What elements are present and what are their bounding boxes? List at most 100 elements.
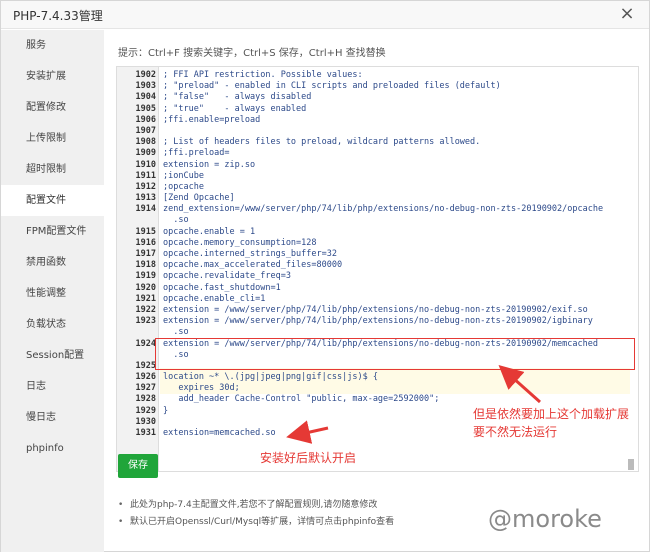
line-number: 1920: [135, 282, 156, 293]
line-number: 1924: [135, 338, 156, 349]
line-text: ; "preload" - enabled in CLI scripts and…: [163, 81, 501, 92]
scrollbar-thumb[interactable]: [628, 459, 634, 470]
line-number: 1908: [135, 137, 156, 148]
code-line: 1904 ; "false" - always disabled: [117, 92, 638, 103]
line-text: ;ffi.preload=: [163, 148, 230, 159]
sidebar-item[interactable]: 性能调整: [1, 278, 104, 309]
line-text: .so: [163, 327, 189, 338]
code-line: 1928 add_header Cache-Control "public, m…: [117, 394, 638, 405]
code-line: 1902 ; FFI API restriction. Possible valu…: [117, 70, 638, 81]
code-line: 1906 ;ffi.enable=preload: [117, 114, 638, 126]
sidebar-item[interactable]: phpinfo: [1, 433, 104, 464]
code-line: 1919 opcache.revalidate_freq=3: [117, 271, 638, 282]
close-icon[interactable]: ×: [617, 4, 637, 24]
line-number: 1917: [135, 249, 156, 259]
line-number: 1903: [135, 81, 156, 92]
line-number: 1902: [135, 70, 156, 80]
line-text: ; "false" - always disabled: [163, 92, 312, 103]
line-text: opcache.fast_shutdown=1: [163, 282, 281, 293]
sidebar-item[interactable]: FPM配置文件: [1, 216, 104, 247]
sidebar-item[interactable]: 日志: [1, 371, 104, 402]
line-text: add_header Cache-Control "public, max-ag…: [163, 394, 440, 405]
line-number: 1922: [135, 304, 156, 315]
code-line: 1910 extension = zip.so: [117, 159, 638, 171]
line-text: opcache.enable_cli=1: [163, 293, 266, 304]
line-number: 1909: [135, 148, 156, 159]
titlebar: PHP-7.4.33管理 ×: [1, 1, 649, 29]
code-line: .so: [117, 349, 638, 361]
line-number: 1905: [135, 103, 156, 114]
line-text: extension=memcached.so: [163, 428, 276, 438]
notes-list: 此处为php-7.4主配置文件,若您不了解配置规则,请勿随意修改 默认已开启Op…: [118, 497, 394, 531]
line-text: extension = /www/server/php/74/lib/php/e…: [163, 304, 588, 315]
sidebar-item[interactable]: 超时限制: [1, 154, 104, 185]
code-line: 1920 opcache.fast_shutdown=1: [117, 282, 638, 294]
line-text: }: [163, 405, 169, 416]
code-line: 1927 expires 30d;: [117, 383, 638, 394]
line-number: 1926: [135, 372, 156, 383]
code-line: 1911 ;ionCube: [117, 170, 638, 182]
line-number: 1919: [135, 271, 156, 282]
line-text: opcache.max_accelerated_files=80000: [163, 260, 343, 271]
window-title: PHP-7.4.33管理: [13, 9, 103, 23]
line-number: 1931: [135, 428, 156, 438]
line-number: 1921: [135, 293, 156, 304]
sidebar-item[interactable]: Session配置: [1, 340, 104, 371]
line-text: extension = zip.so: [163, 159, 256, 170]
line-number: 1911: [135, 170, 156, 181]
code-line: 1913 [Zend Opcache]: [117, 193, 638, 204]
code-line: 1914 zend_extension=/www/server/php/74/li…: [117, 204, 638, 215]
line-text: ;ionCube: [163, 170, 204, 181]
code-line: 1917 opcache.interned_strings_buffer=32: [117, 249, 638, 260]
line-number: 1912: [135, 181, 156, 192]
line-number: 1914: [135, 204, 156, 215]
annotation-right-line1: 但是依然要加上这个加载扩展: [473, 407, 630, 421]
sidebar: 服务 安装扩展 配置修改 上传限制 超时限制 配置文件 FPM配置文件 禁用函数 性能调整 负载状…: [1, 30, 104, 552]
line-text: [Zend Opcache]: [163, 193, 235, 204]
code-line: 1926 location ~* \.(jpg|jpeg|png|gif|css|…: [117, 372, 638, 383]
main-panel: 提示：Ctrl+F 搜索关键字，Ctrl+S 保存，Ctrl+H 查找替换 19…: [104, 30, 649, 552]
line-number: 1927: [135, 383, 156, 394]
line-number: 1918: [135, 260, 156, 271]
code-line: 1907: [117, 126, 638, 137]
annotation-right-line2: 要不然无法运行: [473, 425, 558, 439]
sidebar-item[interactable]: 上传限制: [1, 123, 104, 154]
code-line: 1909 ;ffi.preload=: [117, 148, 638, 159]
line-text: opcache.memory_consumption=128: [163, 237, 317, 248]
line-text: opcache.interned_strings_buffer=32: [163, 249, 337, 259]
code-line: 1925: [117, 361, 638, 372]
line-text: ; FFI API restriction. Possible values:: [163, 70, 363, 80]
code-line: 1916 opcache.memory_consumption=128: [117, 237, 638, 249]
annotation-bottom: 安装好后默认开启: [260, 451, 357, 465]
line-text: opcache.revalidate_freq=3: [163, 271, 291, 282]
code-line: 1923 extension = /www/server/php/74/lib/p…: [117, 316, 638, 327]
sidebar-item[interactable]: 禁用函数: [1, 247, 104, 278]
line-text: .so: [163, 215, 189, 226]
code-lines[interactable]: 1902 ; FFI API restriction. Possible valu…: [117, 70, 638, 439]
line-text: ;ffi.enable=preload: [163, 114, 261, 125]
line-number: 1913: [135, 193, 156, 204]
sidebar-item[interactable]: 配置修改: [1, 92, 104, 123]
sidebar-item[interactable]: 安装扩展: [1, 61, 104, 92]
code-line: 1912 ;opcache: [117, 181, 638, 193]
php-manage-dialog: PHP-7.4.33管理 × 服务 安装扩展 配置修改 上传限制 超时限制 配置文件 FPM…: [0, 0, 650, 552]
line-number: 1930: [135, 416, 156, 427]
note-item: 默认已开启Openssl/Curl/Mysql等扩展，详情可点击phpinfo查…: [118, 514, 394, 531]
code-line: 1918 opcache.max_accelerated_files=80000: [117, 260, 638, 271]
save-button[interactable]: 保存: [118, 454, 158, 478]
code-line: 1905 ; "true" - always enabled: [117, 103, 638, 115]
line-text: ; List of headers files to preload, wild…: [163, 137, 481, 148]
sidebar-item[interactable]: 负载状态: [1, 309, 104, 340]
line-number: 1928: [135, 394, 156, 405]
line-text: .so: [163, 349, 189, 360]
code-line: 1924 extension = /www/server/php/74/lib/p…: [117, 338, 638, 350]
line-text: zend_extension=/www/server/php/74/lib/ph…: [163, 204, 604, 215]
line-number: 1929: [135, 405, 156, 416]
sidebar-item[interactable]: 配置文件: [1, 185, 104, 216]
watermark: @moroke: [488, 505, 602, 533]
shortcut-tip: 提示：Ctrl+F 搜索关键字，Ctrl+S 保存，Ctrl+H 查找替换: [118, 48, 386, 59]
sidebar-item[interactable]: 服务: [1, 30, 104, 61]
sidebar-item[interactable]: 慢日志: [1, 402, 104, 433]
line-number: 1904: [135, 92, 156, 103]
line-text: expires 30d;: [163, 383, 240, 394]
